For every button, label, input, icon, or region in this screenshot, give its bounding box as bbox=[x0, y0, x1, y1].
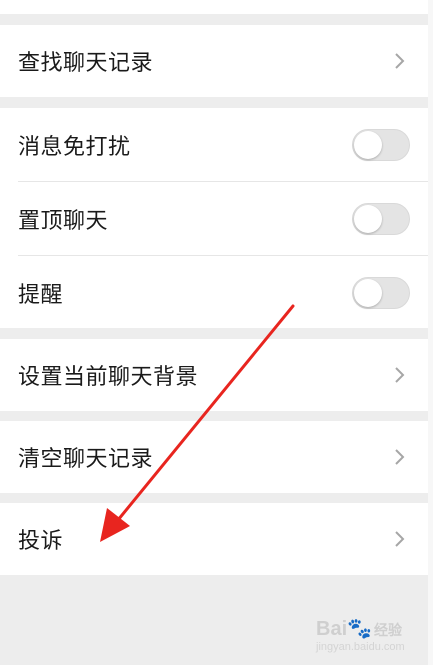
red-arrow-annotation bbox=[100, 304, 295, 542]
baidu-watermark: Bai🐾 经验 jingyan.baidu.com bbox=[316, 616, 405, 653]
watermark-domain: jingyan.baidu.com bbox=[316, 641, 405, 653]
watermark-brand: Bai bbox=[316, 618, 348, 640]
watermark-text: 经验 bbox=[374, 622, 403, 638]
paw-icon: 🐾 bbox=[347, 618, 373, 640]
